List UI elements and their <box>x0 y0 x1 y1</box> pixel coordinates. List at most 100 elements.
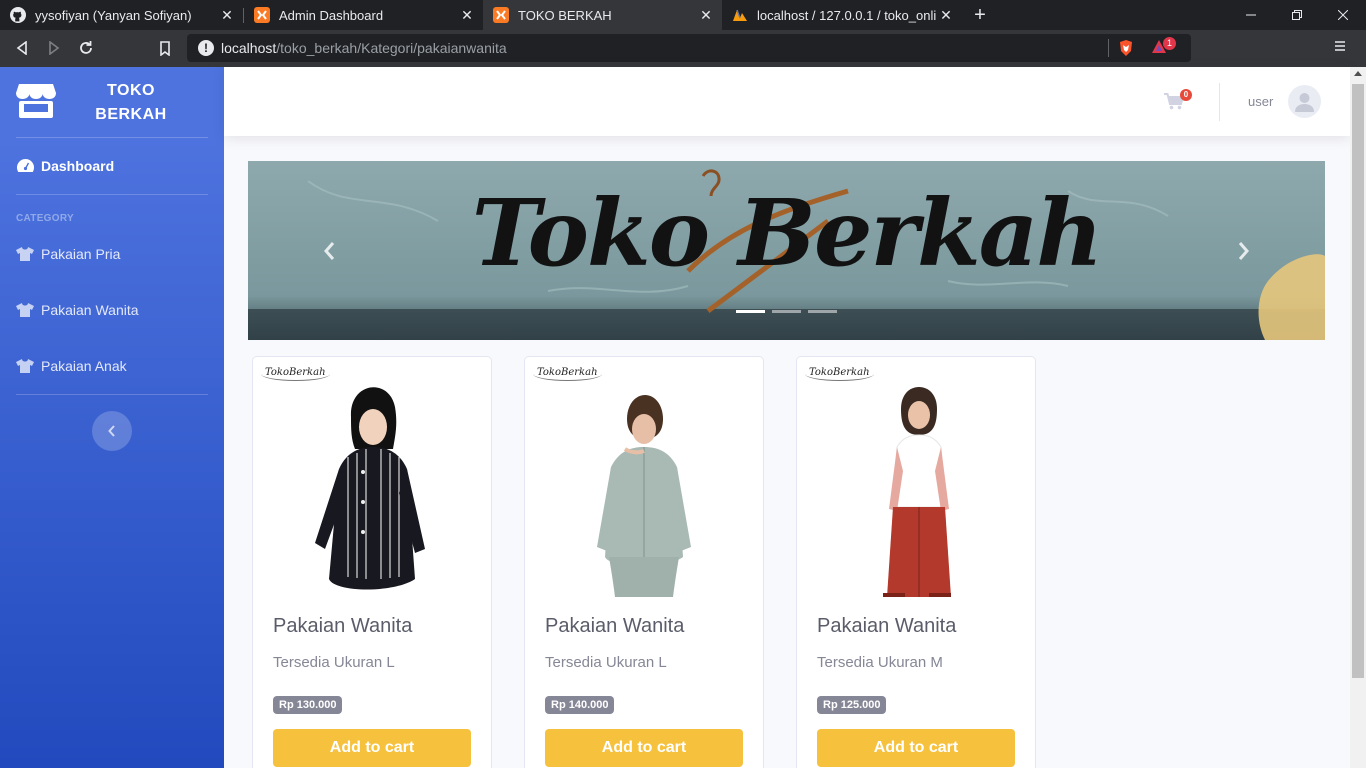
url-text[interactable]: localhost/toko_berkah/Kategori/pakaianwa… <box>221 40 507 56</box>
rewards-badge: 1 <box>1163 37 1176 50</box>
brand-name: TOKO BERKAH <box>82 79 180 127</box>
shirt-icon <box>16 246 34 262</box>
tab-admin-dashboard[interactable]: Admin Dashboard ✕ <box>244 0 483 30</box>
site-info-icon[interactable]: ! <box>198 40 214 56</box>
user-icon <box>1295 93 1314 112</box>
bookmark-icon[interactable] <box>153 37 177 59</box>
product-title: Pakaian Wanita <box>545 615 685 637</box>
address-bar[interactable]: ! localhost/toko_berkah/Kategori/pakaian… <box>187 34 1191 62</box>
browser-toolbar: ! localhost/toko_berkah/Kategori/pakaian… <box>0 30 1366 67</box>
close-icon[interactable]: ✕ <box>457 7 477 24</box>
url-path: /toko_berkah/Kategori/pakaianwanita <box>276 40 507 56</box>
url-divider <box>1108 39 1109 57</box>
tab-title: TOKO BERKAH <box>518 7 612 23</box>
sidebar-divider <box>16 394 208 395</box>
product-image: TokoBerkah <box>797 357 1035 597</box>
product-photo <box>597 395 691 597</box>
chevron-right-icon <box>1238 242 1249 260</box>
page-scrollbar[interactable] <box>1350 67 1366 768</box>
close-icon[interactable]: ✕ <box>217 7 237 24</box>
carousel-next-button[interactable] <box>1232 239 1256 263</box>
product-title: Pakaian Wanita <box>273 615 413 637</box>
product-card: TokoBerkah Pakaian Wanita Tersedia Ukura… <box>524 356 764 768</box>
tab-toko-berkah[interactable]: TOKO BERKAH ✕ <box>483 0 722 30</box>
carousel-indicators <box>736 310 837 313</box>
product-description: Tersedia Ukuran L <box>545 654 667 671</box>
add-to-cart-button[interactable]: Add to cart <box>273 729 471 767</box>
banner-carousel: Toko Berkah <box>248 161 1325 340</box>
avatar[interactable] <box>1288 85 1321 118</box>
menu-icon[interactable] <box>1334 39 1346 57</box>
brand-logo: TokoBerkah <box>805 367 874 381</box>
brand-logo: TokoBerkah <box>533 367 602 381</box>
xampp-icon <box>493 7 509 23</box>
sidebar-item-label: Pakaian Pria <box>41 246 121 262</box>
tachometer-icon <box>16 158 34 174</box>
close-icon[interactable]: ✕ <box>936 7 956 24</box>
forward-icon[interactable] <box>42 37 66 59</box>
scroll-up-arrow-icon[interactable] <box>1354 71 1362 76</box>
carousel-prev-button[interactable] <box>317 239 341 263</box>
url-host: localhost <box>221 40 277 56</box>
user-name[interactable]: user <box>1248 94 1273 109</box>
reload-icon[interactable] <box>74 37 98 59</box>
topbar-divider <box>1219 83 1220 121</box>
sidebar-item-pakaian-wanita[interactable]: Pakaian Wanita <box>16 299 139 321</box>
tab-github[interactable]: yysofiyan (Yanyan Sofiyan) ✕ <box>0 0 243 30</box>
close-icon[interactable]: ✕ <box>696 7 716 24</box>
sidebar-item-pakaian-anak[interactable]: Pakaian Anak <box>16 355 127 377</box>
sidebar-divider <box>16 194 208 195</box>
add-to-cart-button[interactable]: Add to cart <box>817 729 1015 767</box>
xampp-icon <box>254 7 270 23</box>
new-tab-button[interactable]: + <box>968 3 992 27</box>
back-icon[interactable] <box>10 37 34 59</box>
chevron-left-icon <box>108 425 115 437</box>
product-description: Tersedia Ukuran M <box>817 654 943 671</box>
brand-logo: TokoBerkah <box>261 367 330 381</box>
sidebar-brand[interactable]: TOKO BERKAH <box>0 67 224 137</box>
price-badge: Rp 130.000 <box>273 696 343 714</box>
carousel-indicator[interactable] <box>772 310 801 313</box>
tab-title: Admin Dashboard <box>279 7 384 23</box>
carousel-indicator[interactable] <box>808 310 837 313</box>
price-badge: Rp 140.000 <box>545 696 615 714</box>
restore-icon[interactable] <box>1274 0 1320 30</box>
topbar: 0 user <box>224 67 1350 136</box>
product-title: Pakaian Wanita <box>817 615 957 637</box>
brave-shield-icon[interactable] <box>1117 39 1135 62</box>
sidebar-item-pakaian-pria[interactable]: Pakaian Pria <box>16 243 120 265</box>
tab-title: localhost / 127.0.0.1 / toko_online <box>757 7 936 23</box>
product-card: TokoBerkah Pakaian Wanita Tersedia Ukura… <box>252 356 492 768</box>
sidebar-item-label: Dashboard <box>41 158 115 174</box>
banner-title: Toko Berkah <box>471 179 1103 287</box>
product-description: Tersedia Ukuran L <box>273 654 395 671</box>
browser-tab-bar: yysofiyan (Yanyan Sofiyan) ✕ Admin Dashb… <box>0 0 1366 30</box>
sidebar-item-label: Pakaian Wanita <box>41 302 139 318</box>
price-badge: Rp 125.000 <box>817 696 887 714</box>
product-photo <box>315 387 425 590</box>
window-close-icon[interactable] <box>1320 0 1366 30</box>
product-image: TokoBerkah <box>253 357 491 597</box>
sidebar-divider <box>16 137 208 138</box>
shirt-icon <box>16 302 34 318</box>
product-image: TokoBerkah <box>525 357 763 597</box>
add-to-cart-button[interactable]: Add to cart <box>545 729 743 767</box>
sidebar-toggle-button[interactable] <box>92 411 132 451</box>
store-icon <box>16 84 56 123</box>
product-photo <box>883 387 951 597</box>
minimize-icon[interactable] <box>1228 0 1274 30</box>
product-card: TokoBerkah Pakaian Wanita Tersedia Ukura… <box>796 356 1036 768</box>
phpmyadmin-icon <box>732 7 748 23</box>
sidebar-item-dashboard[interactable]: Dashboard <box>16 155 114 177</box>
chevron-left-icon <box>324 242 335 260</box>
github-icon <box>10 7 26 23</box>
carousel-indicator[interactable] <box>736 310 765 313</box>
sidebar: TOKO BERKAH Dashboard CATEGORY Pakaian P… <box>0 67 224 768</box>
sidebar-item-label: Pakaian Anak <box>41 358 127 374</box>
tab-title: yysofiyan (Yanyan Sofiyan) <box>35 7 192 23</box>
cart-count-badge: 0 <box>1180 89 1192 101</box>
brand-line-2: BERKAH <box>95 106 167 123</box>
scroll-thumb[interactable] <box>1352 84 1364 678</box>
sidebar-heading: CATEGORY <box>16 213 74 224</box>
tab-phpmyadmin[interactable]: localhost / 127.0.0.1 / toko_online ✕ <box>722 0 962 30</box>
